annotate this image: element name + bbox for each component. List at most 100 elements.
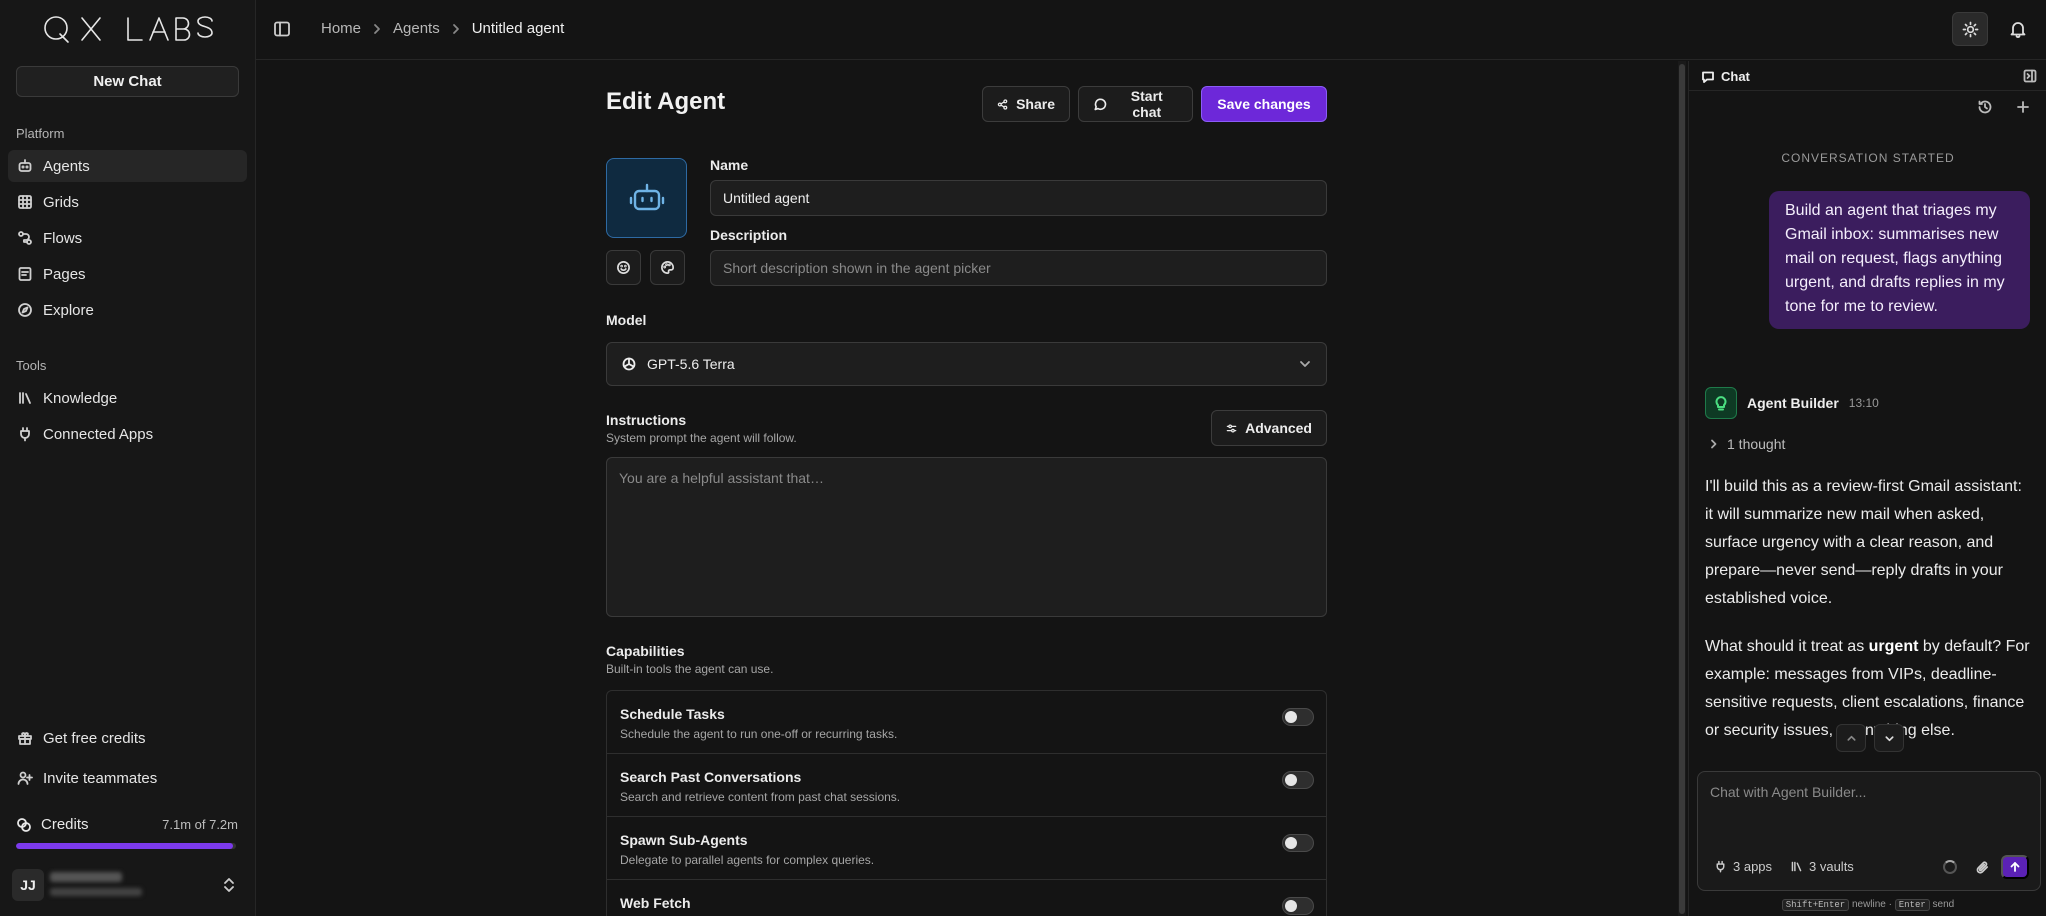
assistant-header: Agent Builder 13:10 [1705, 387, 1879, 419]
save-changes-button[interactable]: Save changes [1201, 86, 1327, 122]
sidebar-item-label: Pages [43, 265, 86, 283]
chat-composer: 3 apps 3 vaults [1697, 771, 2041, 891]
platform-section-label: Platform [16, 126, 65, 141]
start-chat-button[interactable]: Start chat [1078, 86, 1193, 122]
grid-icon [18, 195, 32, 209]
sidebar-item-knowledge[interactable]: Knowledge [8, 382, 247, 414]
sidebar-item-grids[interactable]: Grids [8, 186, 247, 218]
arrow-up-icon [2010, 862, 2020, 872]
chat-scroll-controls [1836, 724, 1904, 752]
page-title: Edit Agent [606, 88, 726, 115]
schedule-tasks-toggle[interactable] [1282, 708, 1314, 726]
capabilities-help-text: Built-in tools the agent can use. [606, 662, 774, 676]
sun-icon [1962, 21, 1978, 37]
spawn-sub-agents-toggle[interactable] [1282, 834, 1314, 852]
web-fetch-toggle[interactable] [1282, 897, 1314, 915]
robot-icon [18, 159, 32, 172]
vaults-chip[interactable]: 3 vaults [1790, 859, 1854, 874]
agent-avatar[interactable] [606, 158, 687, 238]
library-icon [19, 392, 31, 404]
chevron-right-icon [452, 23, 459, 34]
instructions-textarea[interactable] [606, 457, 1327, 617]
thought-label: 1 thought [1727, 436, 1786, 452]
page-icon [18, 267, 32, 281]
paperclip-icon[interactable] [1975, 860, 1990, 875]
chevron-up-icon [1846, 735, 1856, 741]
apps-chip[interactable]: 3 apps [1714, 859, 1772, 874]
scroll-down-button[interactable] [1874, 724, 1904, 752]
sidebar-item-label: Knowledge [43, 389, 118, 407]
gift-icon [18, 732, 32, 745]
apps-count: 3 apps [1733, 859, 1773, 874]
coins-icon [17, 817, 31, 832]
emoji-picker-button[interactable] [606, 250, 641, 285]
panel-collapse-icon[interactable] [2023, 69, 2037, 83]
chat-title: Chat [1721, 69, 1750, 84]
model-select[interactable]: GPT-5.6 Terra [606, 342, 1327, 386]
capability-description: Search and retrieve content from past ch… [620, 790, 901, 804]
sidebar-item-label: Grids [43, 193, 79, 211]
capability-row-spawn-sub-agents: Spawn Sub-Agents Delegate to parallel ag… [607, 817, 1326, 880]
send-button[interactable] [2001, 855, 2029, 879]
compass-icon [18, 303, 32, 317]
conversation-started-divider: CONVERSATION STARTED [1781, 151, 1955, 165]
tools-section-label: Tools [16, 358, 47, 373]
plug-icon [20, 427, 30, 442]
description-input[interactable] [710, 250, 1327, 286]
credits-progress-fill [16, 843, 233, 849]
new-conversation-icon[interactable] [2015, 99, 2031, 115]
history-icon[interactable] [1977, 99, 1993, 115]
instructions-help-text: System prompt the agent will follow. [606, 431, 797, 445]
scroll-up-button[interactable] [1836, 724, 1866, 752]
user-menu[interactable]: JJ [12, 866, 244, 904]
sidebar-item-invite-teammates[interactable]: Invite teammates [8, 762, 247, 794]
sidebar-item-agents[interactable]: Agents [8, 150, 247, 182]
capability-title: Schedule Tasks [620, 706, 725, 722]
chevron-down-icon [1300, 361, 1310, 367]
credits-row[interactable]: Credits 7.1m of 7.2m [16, 816, 238, 833]
chat-panel: Chat CONVERSATION STARTED Build an agent… [1688, 61, 2046, 916]
sidebar-item-label: Get free credits [43, 729, 146, 747]
assistant-name: Agent Builder [1747, 395, 1839, 411]
credits-value: 7.1m of 7.2m [162, 817, 238, 832]
breadcrumb: Home Agents Untitled agent [321, 20, 564, 37]
model-label: Model [606, 312, 647, 328]
model-value: GPT-5.6 Terra [647, 356, 735, 372]
user-email-redacted [50, 888, 142, 896]
message-timestamp: 13:10 [1848, 396, 1879, 410]
theme-toggle-button[interactable] [1952, 12, 1988, 46]
color-picker-button[interactable] [650, 250, 685, 285]
sidebar-item-get-free-credits[interactable]: Get free credits [8, 722, 247, 754]
capability-row-web-fetch: Web Fetch [607, 880, 1326, 916]
advanced-label: Advanced [1245, 420, 1312, 436]
sidebar-item-label: Invite teammates [43, 769, 158, 787]
capability-title: Spawn Sub-Agents [620, 832, 748, 848]
sidebar-item-explore[interactable]: Explore [8, 294, 247, 326]
breadcrumb-current: Untitled agent [471, 20, 565, 37]
user-name-redacted [50, 872, 122, 882]
palette-icon [661, 261, 674, 274]
sliders-icon [1226, 424, 1237, 432]
sidebar-item-flows[interactable]: Flows [8, 222, 247, 254]
user-message: Build an agent that triages my Gmail inb… [1769, 191, 2030, 329]
share-button[interactable]: Share [982, 86, 1070, 122]
sidebar-item-connected-apps[interactable]: Connected Apps [8, 418, 247, 450]
search-past-conversations-toggle[interactable] [1282, 771, 1314, 789]
editor-scrollbar-thumb[interactable] [1679, 64, 1685, 914]
chat-input[interactable] [1698, 772, 2040, 842]
name-input[interactable] [710, 180, 1327, 216]
advanced-button[interactable]: Advanced [1211, 410, 1327, 446]
breadcrumb-home[interactable]: Home [321, 20, 361, 37]
thought-toggle[interactable]: 1 thought [1709, 436, 1785, 452]
smile-icon [617, 261, 630, 274]
sidebar-item-pages[interactable]: Pages [8, 258, 247, 290]
chevron-right-icon [374, 23, 380, 34]
brand-logo[interactable] [42, 14, 218, 44]
share-icon [997, 98, 1008, 110]
sidebar-toggle-icon[interactable] [273, 20, 291, 38]
new-chat-button[interactable]: New Chat [16, 66, 239, 97]
agent-builder-avatar [1705, 387, 1737, 419]
breadcrumb-agents[interactable]: Agents [393, 20, 440, 37]
share-label: Share [1016, 96, 1055, 112]
notifications-button[interactable] [2000, 12, 2036, 46]
